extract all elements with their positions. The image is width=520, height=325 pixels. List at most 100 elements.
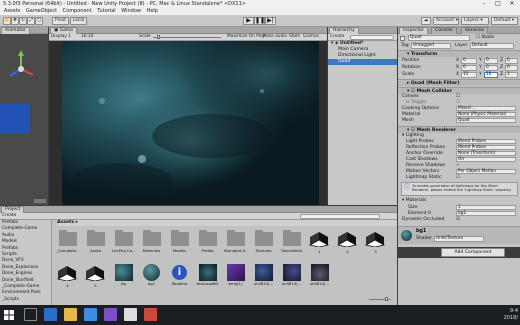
asset-folder[interactable]: _Complete... <box>56 230 79 256</box>
transform-header[interactable]: ▾ Transform <box>398 50 520 57</box>
aspect-dropdown[interactable]: 16:10 <box>81 34 93 40</box>
asset-texture[interactable]: un0814(... <box>308 264 331 290</box>
asset-scene[interactable]: 5 <box>84 264 107 290</box>
layer-dropdown[interactable]: Default <box>470 43 514 49</box>
asset-folder[interactable]: Models <box>168 230 191 256</box>
asset-texture[interactable]: bg <box>112 264 135 290</box>
asset-readme[interactable]: i Readme <box>168 264 191 290</box>
scale-tool-icon[interactable]: ⤢ <box>27 17 35 25</box>
mesh-collider-header[interactable]: ▾ ☑ Mesh Collider <box>398 87 520 94</box>
rect-tool-icon[interactable]: ▢ <box>35 17 43 25</box>
mute-audio-toggle[interactable]: Mute audio <box>263 34 287 40</box>
search-icon[interactable] <box>24 308 37 321</box>
play-button[interactable]: ▶ <box>243 17 254 25</box>
windows-start-icon[interactable] <box>4 310 14 320</box>
edge-icon[interactable] <box>44 308 57 321</box>
anchor-override-field[interactable]: None (Transform) <box>456 151 516 156</box>
local-toggle[interactable]: Local <box>70 17 87 25</box>
asset-scene[interactable]: 3 <box>364 230 387 256</box>
unity-taskbar-icon[interactable] <box>124 308 137 321</box>
scale-slider[interactable] <box>153 37 221 38</box>
hierarchy-create-dropdown[interactable]: Create <box>330 34 344 40</box>
asset-texture[interactable]: un0814(... <box>280 264 303 290</box>
taskbar-clock[interactable]: 9:4 2018/ <box>496 308 518 322</box>
light-probes-dropdown[interactable]: Blend Probes <box>456 139 516 144</box>
menu-gameobject[interactable]: GameObject <box>26 8 57 14</box>
scene-scrollbar[interactable] <box>34 199 46 203</box>
collider-mesh-field[interactable]: Quad <box>456 118 516 123</box>
object-active-checkbox[interactable] <box>400 36 405 41</box>
tab-animator[interactable]: Animator <box>1 27 30 34</box>
minimize-button[interactable]: – <box>478 0 490 8</box>
scene-gizmo-icon[interactable] <box>6 49 36 89</box>
scale-slider-handle[interactable] <box>157 35 160 39</box>
asset-material[interactable]: bg1 <box>140 264 163 290</box>
scale-y-field[interactable]: 10 <box>484 72 498 78</box>
asset-folder[interactable]: TutorialInfo <box>280 230 303 256</box>
physic-material-field[interactable]: None (Physic Material) <box>456 112 516 117</box>
asset-scene[interactable]: 2 <box>336 230 359 256</box>
move-tool-icon[interactable]: ✥ <box>11 17 19 25</box>
maximize-button[interactable]: □ <box>492 0 504 8</box>
tab-console[interactable]: Console <box>431 27 457 34</box>
scale-z-field[interactable]: 1 <box>505 72 518 78</box>
cast-shadows-dropdown[interactable]: On <box>456 157 516 162</box>
mesh-filter-header[interactable]: ▸ Quad (Mesh Filter) <box>398 79 520 86</box>
asset-texture[interactable]: bmp[1] <box>224 264 247 290</box>
asset-folder[interactable]: Audio <box>84 230 107 256</box>
asset-folder[interactable]: Prefab <box>196 230 219 256</box>
motion-vectors-dropdown[interactable]: Per Object Motion <box>456 169 516 174</box>
visual-studio-icon[interactable] <box>104 308 117 321</box>
menu-component[interactable]: Component <box>63 8 92 14</box>
stats-toggle[interactable]: Stats <box>289 34 300 40</box>
lightmap-static-checkbox[interactable]: ☐ <box>456 175 460 181</box>
materials-foldout[interactable]: ▾ Materials <box>398 198 520 204</box>
pivot-toggle[interactable]: Pivot <box>52 17 69 25</box>
cooking-options-dropdown[interactable]: Mixed ... <box>456 106 516 111</box>
material-element-field[interactable]: bg1 <box>456 211 516 216</box>
tree-item[interactable]: _Scripts <box>2 297 51 303</box>
tab-project[interactable]: Project <box>1 206 25 213</box>
add-component-button[interactable]: Add Component <box>441 248 505 257</box>
asset-texture[interactable]: testLoopBG <box>196 264 219 290</box>
hierarchy-item-quad[interactable]: Quad <box>328 59 397 65</box>
mesh-renderer-header[interactable]: ▾ ☑ Mesh Renderer <box>398 126 520 133</box>
asset-folder[interactable]: Textures <box>252 230 275 256</box>
shader-dropdown[interactable]: Unlit/Texture <box>434 236 484 242</box>
menu-tutorial[interactable]: Tutorial <box>97 8 115 14</box>
menu-help[interactable]: Help <box>147 8 158 14</box>
rotate-tool-icon[interactable]: ↻ <box>19 17 27 25</box>
step-button[interactable]: ▶| <box>265 17 276 25</box>
display-dropdown[interactable]: Display 1 <box>51 34 71 40</box>
account-dropdown[interactable]: Account ▾ <box>433 17 459 25</box>
asset-folder[interactable]: LevProj Co... <box>112 230 135 256</box>
asset-scene[interactable]: 1 <box>308 230 331 256</box>
object-name-field[interactable]: Quad <box>408 35 470 41</box>
menu-assets[interactable]: Assets <box>4 8 20 14</box>
app-taskbar-icon[interactable] <box>144 308 157 321</box>
scale-x-field[interactable]: 15 <box>461 72 477 78</box>
hand-tool-icon[interactable]: ✋ <box>3 17 11 25</box>
close-button[interactable]: ✕ <box>506 0 518 8</box>
layers-dropdown[interactable]: Layers ▾ <box>461 17 489 25</box>
maximize-on-play-toggle[interactable]: Maximize On Play <box>227 34 265 40</box>
scene-viewport[interactable] <box>0 34 48 205</box>
game-view[interactable] <box>49 41 327 205</box>
dynamic-occluded-checkbox[interactable]: ☑ <box>456 217 460 223</box>
file-explorer-icon[interactable] <box>64 308 77 321</box>
asset-texture[interactable]: un0814(... <box>252 264 275 290</box>
asset-folder[interactable]: Standard A... <box>224 230 247 256</box>
asset-breadcrumb[interactable]: Assets ▸ <box>57 220 397 226</box>
asset-scene[interactable]: 4 <box>56 264 79 290</box>
gizmos-dropdown[interactable]: Gizmos <box>303 34 319 40</box>
menu-window[interactable]: Window <box>121 8 141 14</box>
project-search-input[interactable] <box>300 214 380 219</box>
static-checkbox[interactable]: ☐ Static <box>476 35 494 41</box>
tab-inspector[interactable]: Inspector <box>399 27 428 34</box>
asset-folder[interactable]: Materials <box>140 230 163 256</box>
tab-services[interactable]: Services <box>461 27 488 34</box>
reflection-probes-dropdown[interactable]: Blend Probes <box>456 145 516 150</box>
tab-hierarchy[interactable]: Hierarchy <box>329 27 359 34</box>
icon-size-slider-handle[interactable] <box>385 297 388 301</box>
pause-button[interactable]: ❚❚ <box>254 17 265 25</box>
